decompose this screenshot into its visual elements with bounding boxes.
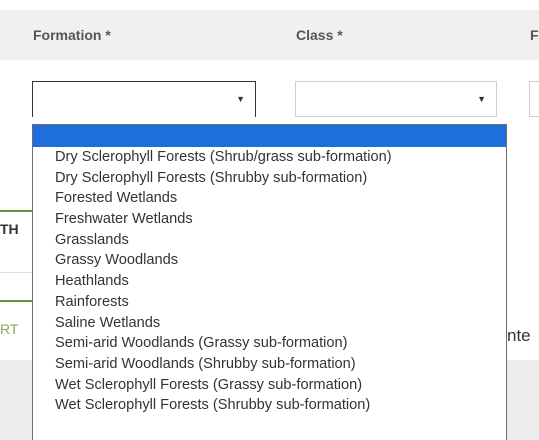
row-label-fragment[interactable]: RT [0,321,18,337]
dropdown-option[interactable]: Forested Wetlands [33,188,506,209]
formation-dropdown-list[interactable]: Dry Sclerophyll Forests (Shrub/grass sub… [32,124,507,440]
dropdown-option[interactable]: Wet Sclerophyll Forests (Shrubby sub-for… [33,395,506,416]
class-header: Class * [296,27,343,43]
third-select[interactable] [529,81,539,117]
chevron-down-icon: ▼ [477,94,486,104]
tab-underline [0,210,32,212]
dropdown-option[interactable]: Heathlands [33,271,506,292]
dropdown-option[interactable]: Dry Sclerophyll Forests (Shrubby sub-for… [33,168,506,189]
divider [0,272,32,273]
formation-select[interactable]: ▼ [32,81,256,117]
third-column-header: F [530,27,539,43]
content-fragment: nte [507,326,531,345]
dropdown-option[interactable]: Freshwater Wetlands [33,209,506,230]
dropdown-option[interactable]: Semi-arid Woodlands (Shrubby sub-formati… [33,354,506,375]
tab-label-fragment[interactable]: TH [0,221,19,237]
dropdown-option-empty[interactable] [33,125,506,147]
chevron-down-icon: ▼ [236,94,245,104]
row-underline [0,300,32,302]
dropdown-option[interactable]: Rainforests [33,292,506,313]
dropdown-option[interactable]: Grassy Woodlands [33,250,506,271]
class-select[interactable]: ▼ [295,81,497,117]
formation-header: Formation * [33,27,111,43]
dropdown-option[interactable]: Saline Wetlands [33,313,506,334]
dropdown-option[interactable]: Grasslands [33,230,506,251]
dropdown-option[interactable]: Wet Sclerophyll Forests (Grassy sub-form… [33,375,506,396]
dropdown-option[interactable]: Semi-arid Woodlands (Grassy sub-formatio… [33,333,506,354]
dropdown-option[interactable]: Dry Sclerophyll Forests (Shrub/grass sub… [33,147,506,168]
